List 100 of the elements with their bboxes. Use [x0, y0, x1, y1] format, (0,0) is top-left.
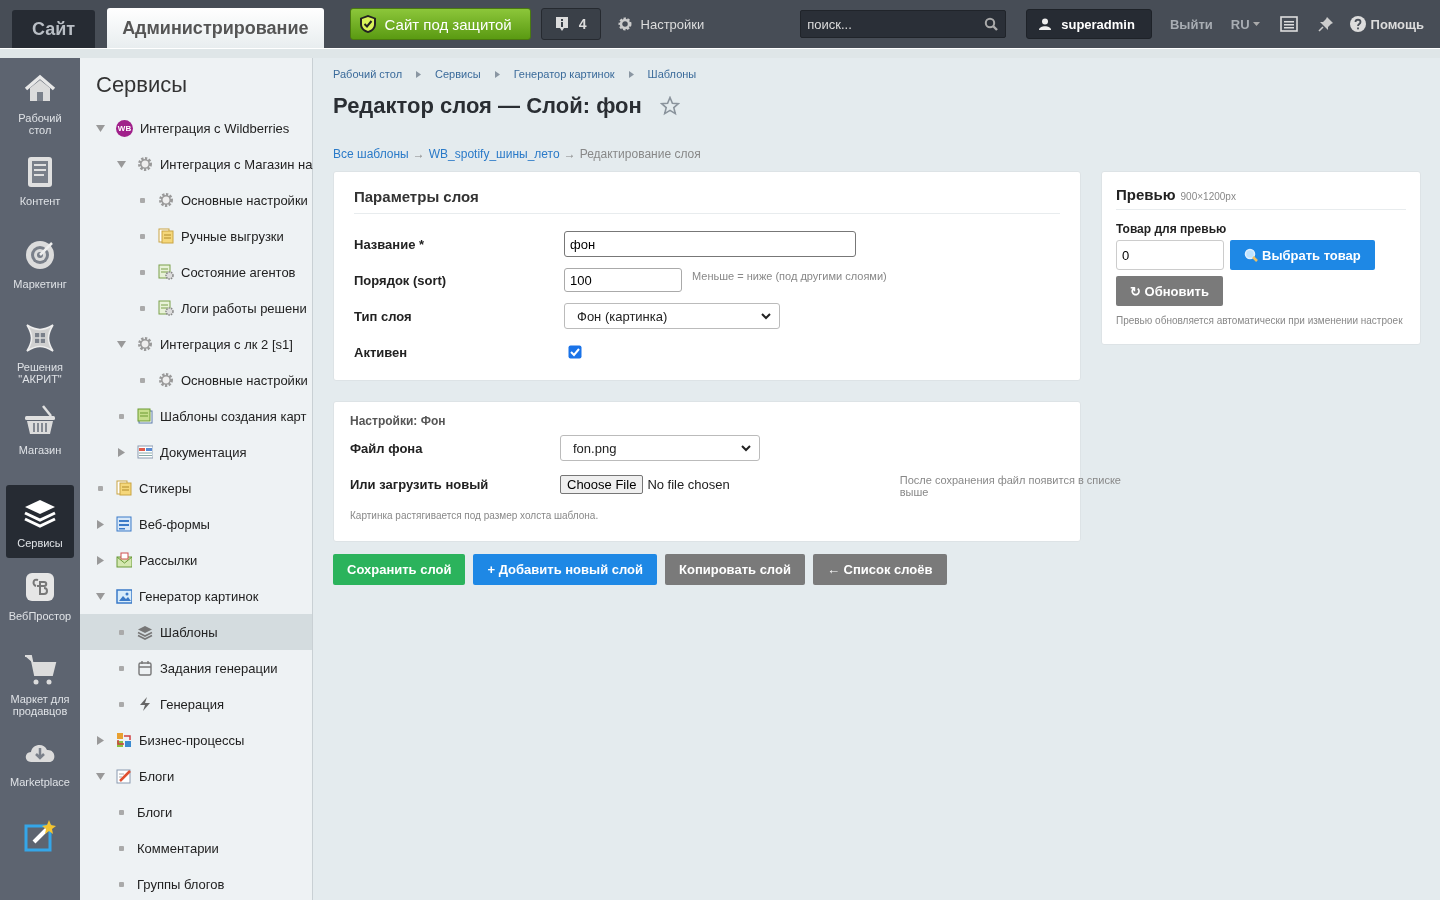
- chevron-down-icon: [741, 444, 751, 452]
- field-label: Название *: [354, 236, 426, 252]
- tree-item[interactable]: Группы блогов: [80, 866, 312, 900]
- envelope-icon: [116, 552, 132, 568]
- bullet-icon: [117, 627, 126, 637]
- bullet-icon: [138, 231, 147, 241]
- search-icon: [1244, 248, 1258, 262]
- user-button[interactable]: superadmin: [1026, 9, 1152, 39]
- tree-item[interactable]: Генератор картинок: [80, 578, 312, 614]
- tree-item[interactable]: Шаблоны создания карт: [80, 398, 312, 434]
- current-page-label: Редактирование слоя: [579, 147, 701, 161]
- image-icon: [116, 588, 132, 604]
- hint-text: Меньше = ниже (под другими слоями): [692, 270, 887, 282]
- arrow-separator: →: [563, 147, 576, 161]
- tree-item[interactable]: Основные настройки: [80, 362, 312, 398]
- brand-badge: WB: [116, 119, 133, 137]
- breadcrumb-link[interactable]: Шаблоны: [647, 68, 697, 80]
- pin-icon[interactable]: [1317, 16, 1334, 32]
- checkbox[interactable]: [568, 345, 582, 359]
- input-field[interactable]: 0: [1116, 240, 1224, 270]
- sidebar-menu-item[interactable]: Рабочий стол: [6, 70, 74, 143]
- tree-item[interactable]: Шаблоны: [80, 614, 312, 650]
- action-button[interactable]: ← Список слоёв: [812, 554, 947, 585]
- layers-icon: [137, 624, 153, 640]
- field-label: Активен: [354, 344, 409, 360]
- tree-item[interactable]: Интеграция с лк 2 [s1]: [80, 326, 312, 362]
- sidebar-menu-item[interactable]: Сервисы: [6, 484, 74, 559]
- language-dropdown[interactable]: RU: [1230, 16, 1260, 32]
- star-icon[interactable]: [659, 96, 680, 116]
- tree-item[interactable]: Задания генерации: [80, 650, 312, 686]
- notifications-button[interactable]: 4: [540, 8, 601, 40]
- tree-item[interactable]: Бизнес-процессы: [80, 722, 312, 758]
- search-field[interactable]: поиск...: [800, 10, 1007, 38]
- process-icon: [116, 732, 132, 748]
- bullet-icon: [117, 879, 126, 889]
- breadcrumb-link[interactable]: Генератор картинок: [513, 68, 615, 80]
- hint-text: После сохранения файл появится в списке выше: [899, 474, 1122, 498]
- note-text: Картинка растягивается под размер холста шаблона.: [350, 510, 600, 521]
- top-tab[interactable]: Сайт: [12, 10, 96, 48]
- tree-item[interactable]: Генерация: [80, 686, 312, 722]
- field-label: Порядок (sort): [354, 272, 448, 288]
- bullet-icon: [138, 195, 147, 205]
- tree-item[interactable]: Блоги: [80, 758, 312, 794]
- tree-item[interactable]: Ручные выгрузки: [80, 218, 312, 254]
- action-button[interactable]: Копировать слой: [665, 554, 805, 585]
- choose-file-button[interactable]: Choose File: [560, 474, 644, 494]
- dropdown[interactable]: fon.png: [560, 435, 760, 461]
- sidebar-menu-item[interactable]: Решения "АКРИТ": [6, 318, 74, 392]
- user-icon: [1039, 18, 1052, 30]
- sidebar-menu-item[interactable]: Контент: [6, 152, 74, 226]
- tree-item[interactable]: Состояние агентов: [80, 254, 312, 290]
- tree-item[interactable]: Рассылки: [80, 542, 312, 578]
- tree-item[interactable]: Комментарии: [80, 830, 312, 866]
- shield-icon: [358, 14, 377, 34]
- breadcrumb-link[interactable]: Сервисы: [435, 68, 481, 80]
- link[interactable]: Все шаблоны: [333, 147, 409, 161]
- sidebar-menu-item[interactable]: Магазин: [6, 401, 74, 475]
- tree-item[interactable]: Веб-формы: [80, 506, 312, 542]
- settings-link[interactable]: Настройки: [616, 16, 705, 32]
- note-text: Превью обновляется автоматически при изменении настроек: [1116, 315, 1404, 326]
- choose-product-button[interactable]: Выбрать товар: [1230, 240, 1375, 270]
- input-field[interactable]: 100: [564, 268, 682, 292]
- sidebar-menu-item[interactable]: ВебПростор: [6, 568, 74, 642]
- document-icon: [137, 408, 153, 424]
- gear-icon: [158, 192, 174, 208]
- search-icon: [984, 17, 999, 31]
- tree-item[interactable]: Основные настройки: [80, 182, 312, 218]
- tree-item[interactable]: Документация: [80, 434, 312, 470]
- settings-icon: [616, 16, 633, 32]
- tree-item[interactable]: Блоги: [80, 794, 312, 830]
- tree-item[interactable]: Логи работы решени: [80, 290, 312, 326]
- gear-icon: [137, 156, 153, 172]
- document-gear-icon: [158, 264, 174, 280]
- field-label: Товар для превью: [1116, 222, 1228, 236]
- size-label: 900×1200px: [1180, 191, 1236, 202]
- tree-item[interactable]: Интеграция с Магазин на: [80, 146, 312, 182]
- link[interactable]: WB_spotify_шины_лето: [428, 147, 560, 161]
- section-title: Настройки: Фон: [350, 414, 447, 428]
- lightning-icon: [137, 696, 153, 712]
- sidebar-menu-item[interactable]: Marketplace: [6, 734, 74, 807]
- tree-item[interactable]: WB Интеграция с Wildberries: [80, 110, 312, 146]
- refresh-button[interactable]: ↻ Обновить: [1116, 276, 1223, 306]
- input-field[interactable]: фон: [564, 231, 856, 257]
- action-button[interactable]: + Добавить новый слой: [473, 554, 657, 585]
- help-link[interactable]: Помощь: [1349, 16, 1424, 32]
- table-icon: [137, 444, 153, 460]
- chevron-icon: [628, 70, 634, 78]
- bullet-icon: [138, 375, 147, 385]
- logout-link[interactable]: Выйти: [1169, 16, 1213, 32]
- tree-item[interactable]: Стикеры: [80, 470, 312, 506]
- chevron-down-icon: [761, 312, 771, 320]
- document-icon: [158, 228, 174, 244]
- sidebar-menu-item[interactable]: Маркетинг: [6, 235, 74, 309]
- document-gear-icon: [158, 300, 174, 316]
- dropdown[interactable]: Фон (картинка): [564, 303, 780, 329]
- calendar-icon: [137, 660, 153, 676]
- breadcrumb-link[interactable]: Рабочий стол: [333, 68, 403, 80]
- help-icon: [1349, 16, 1366, 32]
- top-tab[interactable]: Администрирование: [107, 8, 324, 48]
- sidebar-menu-item[interactable]: Маркет для продавцов: [6, 651, 74, 725]
